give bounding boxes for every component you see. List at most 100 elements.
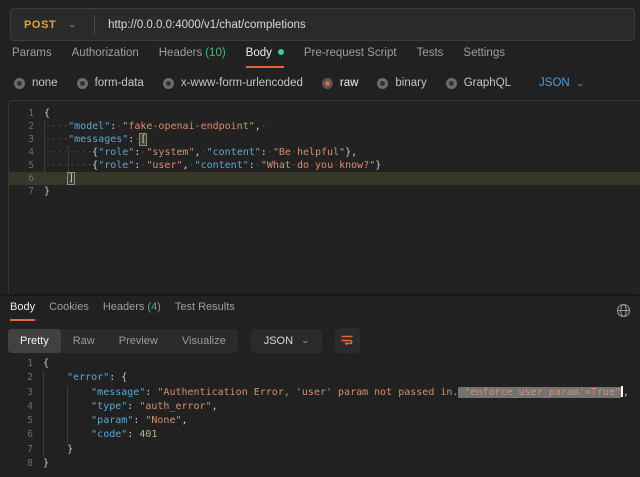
code-token: "messages" <box>68 134 128 145</box>
indent-guide <box>43 428 67 442</box>
text-wrap-button[interactable] <box>335 328 360 353</box>
code-token: "type" <box>91 401 127 412</box>
request-tab-settings[interactable]: Settings <box>463 47 505 66</box>
radio-icon <box>163 78 174 89</box>
code-token: "role" <box>98 160 134 171</box>
code-content: "message": "Authentication Error, 'user'… <box>43 386 640 400</box>
code-token: "system" <box>146 147 194 158</box>
radio-icon <box>446 78 457 89</box>
code-line[interactable]: 6····] <box>9 172 640 185</box>
code-content: } <box>43 457 640 471</box>
indent-guide <box>43 400 67 414</box>
code-token: "What·do·you·know?" <box>261 160 375 171</box>
request-tab-params[interactable]: Params <box>12 47 52 66</box>
indent-guide: ···· <box>68 159 92 172</box>
globe-icon[interactable] <box>616 303 631 318</box>
response-body-viewer[interactable]: 1{2 "error": {3 "message": "Authenticati… <box>8 357 640 471</box>
url-input[interactable]: http://0.0.0.0:4000/v1/chat/completions <box>95 19 306 31</box>
body-type-x-www-form-urlencoded[interactable]: x-www-form-urlencoded <box>163 77 303 89</box>
code-token: "fake-openai-endpoint" <box>122 121 254 132</box>
code-token: , <box>623 387 629 398</box>
response-tab-test-results[interactable]: Test Results <box>175 301 235 319</box>
code-line[interactable]: 8} <box>8 457 640 471</box>
request-tab-tests[interactable]: Tests <box>417 47 444 66</box>
request-body-editor[interactable]: 1{2····"model":·"fake-openai-endpoint",·… <box>8 100 640 295</box>
response-format-label: JSON <box>264 335 293 347</box>
body-type-binary[interactable]: binary <box>377 77 426 89</box>
body-type-options: none form-data x-www-form-urlencoded raw bin… <box>14 77 583 89</box>
line-number: 7 <box>9 185 44 198</box>
code-line[interactable]: 3····"messages":·[ <box>9 133 640 146</box>
response-view-toolbar: PrettyRawPreviewVisualize JSON ⌄ <box>8 328 360 353</box>
code-token: { <box>121 372 127 383</box>
view-tab-visualize[interactable]: Visualize <box>170 329 238 353</box>
code-line[interactable]: 7 } <box>8 443 640 457</box>
request-tab-headers[interactable]: Headers(10) <box>159 47 226 66</box>
code-line[interactable]: 6 "code": 401 <box>8 428 640 442</box>
code-content: ····] <box>44 172 640 185</box>
code-token: "error" <box>67 372 109 383</box>
body-type-label: none <box>32 77 58 89</box>
code-content: ····"messages":·[ <box>44 133 640 146</box>
line-number: 1 <box>9 107 44 120</box>
indent-guide <box>67 428 91 442</box>
code-line[interactable]: 1{ <box>9 107 640 120</box>
body-type-raw[interactable]: raw <box>322 77 359 89</box>
code-token: }, <box>345 147 357 158</box>
code-line[interactable]: 3 "message": "Authentication Error, 'use… <box>8 386 640 400</box>
body-type-form-data[interactable]: form-data <box>77 77 144 89</box>
line-number: 4 <box>9 146 44 159</box>
view-tab-raw[interactable]: Raw <box>61 329 107 353</box>
code-token: "model" <box>68 121 110 132</box>
request-tab-pre-request-script[interactable]: Pre-request Script <box>304 47 397 66</box>
radio-icon <box>14 78 25 89</box>
view-tab-pretty[interactable]: Pretty <box>8 329 61 353</box>
chevron-down-icon[interactable]: ⌄ <box>68 20 98 29</box>
line-number: 2 <box>9 120 44 133</box>
code-line[interactable]: 4 "type": "auth_error", <box>8 400 640 414</box>
indent-guide: ···· <box>44 133 68 146</box>
code-line[interactable]: 5 "param": "None", <box>8 414 640 428</box>
view-tab-preview[interactable]: Preview <box>107 329 170 353</box>
request-tab-authorization[interactable]: Authorization <box>72 47 139 66</box>
code-content: "error": { <box>43 371 640 385</box>
request-format-dropdown[interactable]: JSON⌄ <box>539 77 583 89</box>
method-selector[interactable]: POST <box>11 19 72 31</box>
whitespace-dot: · <box>309 160 315 171</box>
code-token: { <box>44 108 50 119</box>
indent-guide <box>67 400 91 414</box>
response-tab-headers[interactable]: Headers(4) <box>103 301 161 319</box>
code-token: ] <box>68 173 74 184</box>
response-tab-cookies[interactable]: Cookies <box>49 301 89 319</box>
radio-icon <box>77 78 88 89</box>
code-token: , <box>182 415 188 426</box>
indent-guide: ···· <box>44 146 68 159</box>
code-line[interactable]: 7} <box>9 185 640 198</box>
response-format-dropdown[interactable]: JSON ⌄ <box>251 329 322 353</box>
line-number: 3 <box>9 133 44 146</box>
code-content: "type": "auth_error", <box>43 400 640 414</box>
body-type-label: raw <box>340 77 359 89</box>
line-number: 4 <box>8 400 43 414</box>
indent-guide <box>43 443 67 457</box>
code-line[interactable]: 5········{"role":·"user",·"content":·"Wh… <box>9 159 640 172</box>
body-type-graphql[interactable]: GraphQL <box>446 77 511 89</box>
selected-text: 'enforce_user_param'=True" <box>458 387 621 398</box>
code-content: } <box>44 185 640 198</box>
code-token: } <box>375 160 381 171</box>
code-token: "param" <box>91 415 133 426</box>
request-tabs: Params Authorization Headers(10) Body Pre-re… <box>12 47 505 68</box>
response-tab-body[interactable]: Body <box>10 301 35 321</box>
body-type-none[interactable]: none <box>14 77 58 89</box>
code-line[interactable]: 2 "error": { <box>8 371 640 385</box>
line-number: 5 <box>8 414 43 428</box>
request-format-label: JSON <box>539 77 570 89</box>
request-tab-body[interactable]: Body <box>246 47 284 68</box>
tab-count-badge: (4) <box>147 301 160 313</box>
code-line[interactable]: 4········{"role":·"system",·"content":·"… <box>9 146 640 159</box>
indent-guide: ···· <box>44 120 68 133</box>
code-token: "code" <box>91 429 127 440</box>
line-number: 7 <box>8 443 43 457</box>
code-line[interactable]: 2····"model":·"fake-openai-endpoint",· <box>9 120 640 133</box>
code-line[interactable]: 1{ <box>8 357 640 371</box>
